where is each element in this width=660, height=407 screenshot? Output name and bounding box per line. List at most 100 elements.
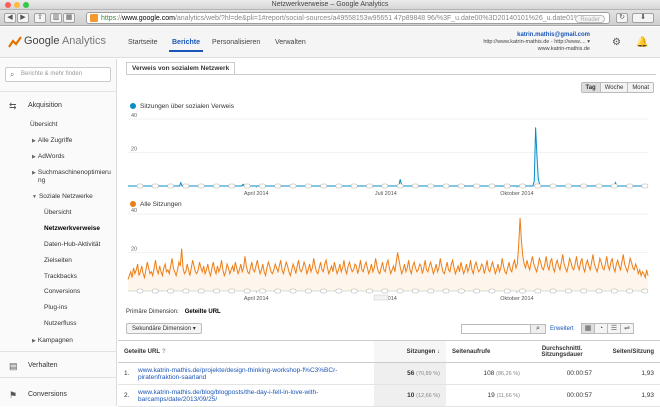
annotation-marker: [335, 183, 343, 189]
sidebar-item-nutzerfluss[interactable]: Nutzerfluss: [44, 320, 77, 327]
sidebar-item-kampagnen[interactable]: ▶ Kampagnen: [32, 337, 73, 344]
annotation-marker: [488, 288, 496, 294]
annotation-marker: [305, 183, 312, 189]
annotation-marker: [427, 288, 434, 294]
share-button[interactable]: ⇧: [34, 13, 46, 23]
sidebar-item-suchmaschinenoptimierung-wrap: ng: [38, 177, 46, 184]
row-duration: 00:00:57: [526, 384, 598, 407]
sidebar-item-soziale-netzwerke[interactable]: ▼ Soziale Netzwerke: [32, 193, 93, 200]
row-url-cell: www.katrin-mathis.de/blog/blogposts/the-…: [132, 384, 374, 407]
table-row: 2. www.katrin-mathis.de/blog/blogposts/t…: [118, 384, 660, 407]
caret-right-icon: ▶: [32, 338, 36, 344]
annotation-marker: [503, 183, 511, 189]
forward-button[interactable]: ▶: [17, 13, 29, 23]
annotation-marker: [611, 288, 618, 294]
bookmarks-icon[interactable]: ▥: [50, 13, 62, 23]
sidebar-item-soziale-conversions[interactable]: Conversions: [44, 288, 80, 295]
annotation-marker: [549, 183, 557, 189]
reader-button[interactable]: Reader: [575, 15, 605, 23]
nav-startseite[interactable]: Startseite: [128, 39, 158, 46]
col-header-duration[interactable]: Durchschnittl. Sitzungsdauer: [526, 340, 598, 363]
annotation-marker: [488, 183, 496, 189]
x-tick-label: April 2014: [244, 191, 269, 197]
col-header-pageviews[interactable]: Seitenaufrufe: [446, 340, 526, 363]
annotation-marker: [412, 288, 419, 294]
gear-icon[interactable]: ⚙: [612, 37, 621, 48]
x-tick-label: Oktober 2014: [500, 296, 533, 302]
col-header-sessions[interactable]: Sitzungen ↓: [374, 340, 446, 363]
sidebar-item-zielseiten[interactable]: Zielseiten: [44, 257, 72, 264]
annotation-marker: [350, 183, 358, 189]
sidebar-divider: [0, 91, 116, 92]
annotation-marker: [197, 183, 205, 189]
session-charts[interactable]: 40 20 April 2014 Juli 2014 Oktober 2014 40 20 A…: [118, 59, 660, 304]
notification-bell-icon[interactable]: 🔔: [636, 37, 648, 48]
annotation-marker: [182, 288, 190, 294]
annotation-marker: [412, 183, 419, 189]
sidebar-item-uebersicht[interactable]: Übersicht: [30, 121, 57, 128]
comparison-view-icon[interactable]: ⇌: [620, 323, 634, 334]
sidebar-item-daten-hub-aktivitaet[interactable]: Daten-Hub-Aktivität: [44, 241, 100, 248]
nav-verwalten[interactable]: Verwalten: [275, 39, 306, 46]
primary-dimension: Primäre Dimension: Geteilte URL: [126, 309, 221, 315]
annotation-marker: [152, 288, 159, 294]
series-area: [128, 127, 648, 186]
primary-dimension-value[interactable]: Geteilte URL: [185, 309, 221, 315]
search-input[interactable]: ⌕ Berichte & mehr finden: [5, 67, 111, 82]
sidebar-divider: [0, 377, 116, 378]
chart-resize-handle: [373, 294, 389, 301]
sidebar-item-alle-zugriffe[interactable]: ▶ Alle Zugriffe: [32, 137, 72, 144]
caret-right-icon: ▶: [32, 170, 36, 176]
row-url-link[interactable]: www.katrin-mathis.de/blog/blogposts/the-…: [138, 389, 368, 403]
x-tick-label: Juli 2014: [375, 191, 397, 197]
annotation-marker: [442, 288, 450, 294]
annotation-marker: [182, 183, 190, 189]
downloads-icon[interactable]: ⬇: [632, 13, 654, 23]
annotation-marker: [320, 288, 327, 294]
browser-toolbar: ◀ ▶ ⇧ ▥ ▦ https://www.google.com/analyti…: [0, 10, 660, 26]
sidebar-item-suchmaschinenoptimierung[interactable]: ▶ Suchmaschinenoptimieru: [32, 169, 111, 176]
sidebar-item-netzwerkverweise[interactable]: Netzwerkverweise: [44, 225, 100, 232]
annotation-marker: [565, 288, 572, 294]
pie-view-icon[interactable]: ◔: [594, 323, 608, 334]
account-selector[interactable]: katrin.mathis@gmail.com http://www.katri…: [483, 32, 590, 53]
sidebar-item-soziale-uebersicht[interactable]: Übersicht: [44, 209, 71, 216]
annotation-marker: [335, 288, 343, 294]
row-url-link[interactable]: www.katrin-mathis.de/projekte/design-thi…: [138, 367, 368, 381]
sidebar-item-trackbacks[interactable]: Trackbacks: [44, 273, 77, 280]
table-filter-search-icon[interactable]: ⌕: [530, 324, 546, 334]
annotation-marker: [595, 183, 603, 189]
secondary-dimension-dropdown[interactable]: Sekundäre Dimension ▾: [126, 323, 202, 334]
performance-view-icon[interactable]: ☰: [607, 323, 621, 334]
table-view-switcher: ▦ ◔ ☰ ⇌: [581, 323, 634, 334]
row-pages: 1,93: [598, 362, 660, 385]
annotation-marker: [320, 183, 327, 189]
ga-logo-text[interactable]: Google Analytics: [24, 35, 106, 47]
address-bar[interactable]: https://www.google.com/analytics/web/?hl…: [86, 12, 610, 24]
nav-berichte[interactable]: Berichte: [168, 39, 204, 52]
reload-icon[interactable]: ↻: [616, 13, 628, 23]
annotation-marker: [473, 288, 480, 294]
table-row: 1. www.katrin-mathis.de/projekte/design-…: [118, 362, 660, 385]
annotation-marker: [366, 183, 373, 189]
topsites-icon[interactable]: ▦: [63, 13, 75, 23]
sidebar-item-adwords[interactable]: ▶ AdWords: [32, 153, 64, 160]
sidebar-item-plug-ins[interactable]: Plug-ins: [44, 304, 67, 311]
window-title: Netzwerkverweise – Google Analytics: [271, 1, 389, 8]
annotation-marker: [228, 288, 236, 294]
nav-personalisieren[interactable]: Personalisieren: [212, 39, 260, 46]
advanced-filter-link[interactable]: Erweitert: [550, 326, 574, 332]
y-tick-label: 20: [131, 147, 137, 153]
annotation-marker: [259, 183, 266, 189]
col-header-pages[interactable]: Seiten/Sitzung: [598, 340, 660, 363]
x-tick-label: April 2014: [244, 296, 269, 302]
sidebar: ⌕ Berichte & mehr finden ⇆ Akquisition Ü…: [0, 59, 117, 406]
series-area: [128, 217, 648, 291]
back-button[interactable]: ◀: [4, 13, 16, 23]
ga-header: Google Analytics Startseite Berichte Per…: [0, 27, 660, 58]
table-view-icon[interactable]: ▦: [581, 323, 595, 334]
annotation-marker: [580, 183, 587, 189]
annotation-marker: [289, 288, 297, 294]
annotation-marker: [381, 288, 389, 294]
col-header-url[interactable]: Geteilte URL?: [118, 340, 374, 363]
